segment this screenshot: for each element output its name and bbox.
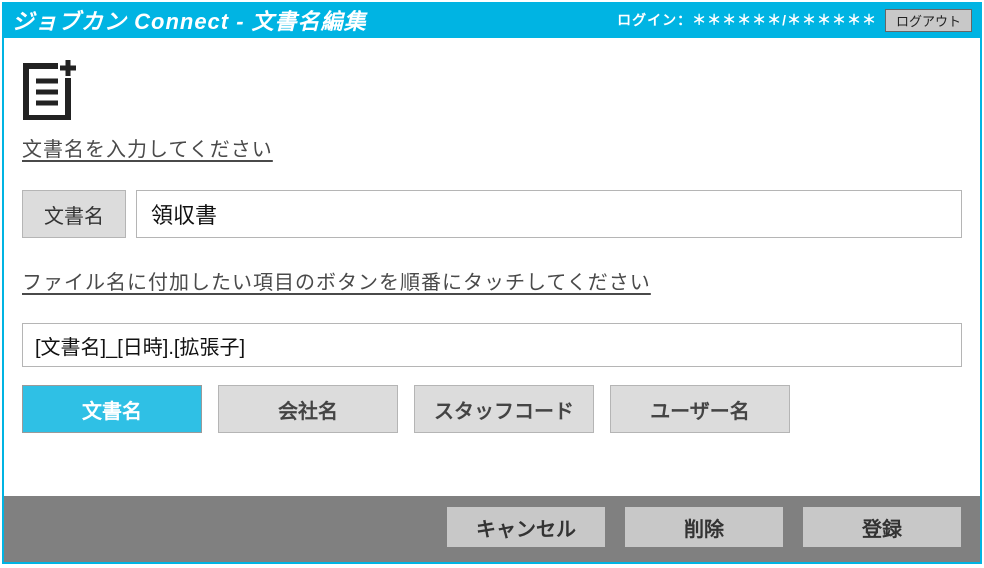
- tag-button-staffcode[interactable]: スタッフコード: [414, 385, 594, 433]
- filename-pattern-input[interactable]: [22, 323, 962, 367]
- tag-button-docname[interactable]: 文書名: [22, 385, 202, 433]
- app-window: ジョブカン Connect - 文書名編集 ログイン：＊＊＊＊＊＊/＊＊＊＊＊＊…: [2, 2, 982, 564]
- document-plus-icon: [22, 58, 78, 120]
- content-area: 文書名を入力してください 文書名 ファイル名に付加したい項目のボタンを順番にタッ…: [4, 38, 980, 496]
- footer-bar: キャンセル 削除 登録: [4, 496, 980, 562]
- tag-button-username[interactable]: ユーザー名: [610, 385, 790, 433]
- logout-button[interactable]: ログアウト: [885, 9, 972, 32]
- app-title: ジョブカン Connect - 文書名編集: [12, 4, 367, 36]
- login-info: ログイン：＊＊＊＊＊＊/＊＊＊＊＊＊: [617, 10, 877, 30]
- delete-button[interactable]: 削除: [624, 506, 784, 548]
- titlebar: ジョブカン Connect - 文書名編集 ログイン：＊＊＊＊＊＊/＊＊＊＊＊＊…: [4, 4, 980, 38]
- instruction-text-1: 文書名を入力してください: [22, 133, 962, 162]
- register-button[interactable]: 登録: [802, 506, 962, 548]
- cancel-button[interactable]: キャンセル: [446, 506, 606, 548]
- doc-name-row: 文書名: [22, 190, 962, 238]
- doc-name-label: 文書名: [22, 190, 126, 238]
- instruction-text-2: ファイル名に付加したい項目のボタンを順番にタッチしてください: [22, 266, 962, 295]
- tag-button-row: 文書名 会社名 スタッフコード ユーザー名: [22, 385, 962, 433]
- doc-name-input[interactable]: [136, 190, 962, 238]
- tag-button-company[interactable]: 会社名: [218, 385, 398, 433]
